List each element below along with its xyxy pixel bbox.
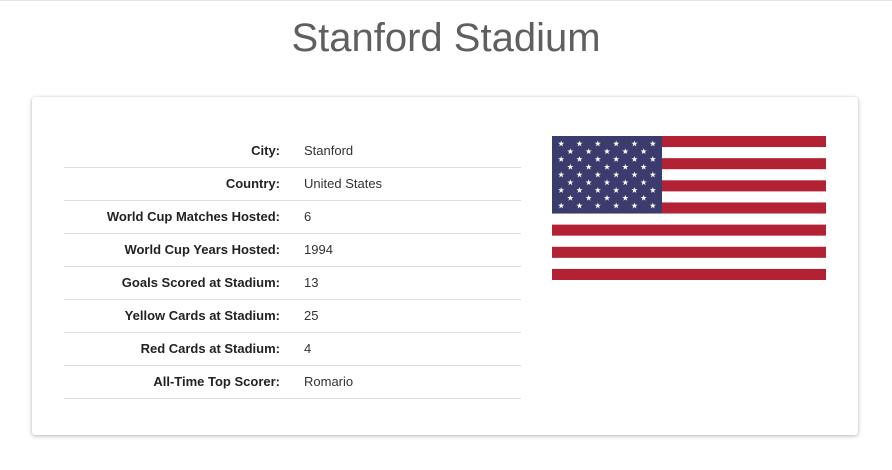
row-label-years-hosted: World Cup Years Hosted: (124, 242, 280, 257)
page-title: Stanford Stadium (291, 16, 601, 60)
table-row: Country: United States (64, 167, 521, 200)
stadium-info-table: City: Stanford Country: United States Wo… (64, 134, 521, 399)
row-value-years-hosted: 1994 (304, 242, 333, 257)
flag-stripe (552, 268, 826, 280)
row-value-country: United States (304, 176, 383, 191)
row-label-matches-hosted: World Cup Matches Hosted: (106, 209, 280, 224)
table-row: Red Cards at Stadium: 4 (64, 332, 521, 365)
row-value-matches-hosted: 6 (304, 209, 312, 224)
row-value-goals-scored: 13 (304, 275, 319, 290)
row-value-city: Stanford (304, 142, 354, 158)
table-row: World Cup Years Hosted: 1994 (64, 233, 521, 266)
row-value-red-cards: 4 (304, 341, 312, 356)
flag-stripe (552, 257, 826, 270)
row-label-city: City: (251, 142, 280, 158)
row-value-top-scorer: Romario (304, 374, 354, 389)
table-row: City: Stanford (64, 134, 521, 167)
united-states-flag-icon (552, 136, 826, 280)
flag-stripe (552, 235, 826, 247)
row-label-yellow-cards: Yellow Cards at Stadium: (124, 308, 280, 323)
flag-stripe (552, 246, 826, 259)
row-value-yellow-cards: 25 (304, 308, 319, 323)
row-label-country: Country: (225, 176, 280, 191)
flag-stripe (552, 224, 826, 236)
row-label-goals-scored: Goals Scored at Stadium: (121, 275, 280, 290)
table-row: World Cup Matches Hosted: 6 (64, 200, 521, 233)
flag-stripe (552, 213, 826, 225)
stadium-info-card: City: Stanford Country: United States Wo… (32, 97, 858, 435)
table-row: All-Time Top Scorer: Romario (64, 365, 521, 398)
flag-canton (552, 136, 662, 214)
row-label-top-scorer: All-Time Top Scorer: (153, 374, 280, 389)
top-divider (0, 0, 892, 1)
table-row: Goals Scored at Stadium: 13 (64, 266, 521, 299)
row-label-red-cards: Red Cards at Stadium: (140, 341, 280, 356)
table-row: Yellow Cards at Stadium: 25 (64, 299, 521, 332)
